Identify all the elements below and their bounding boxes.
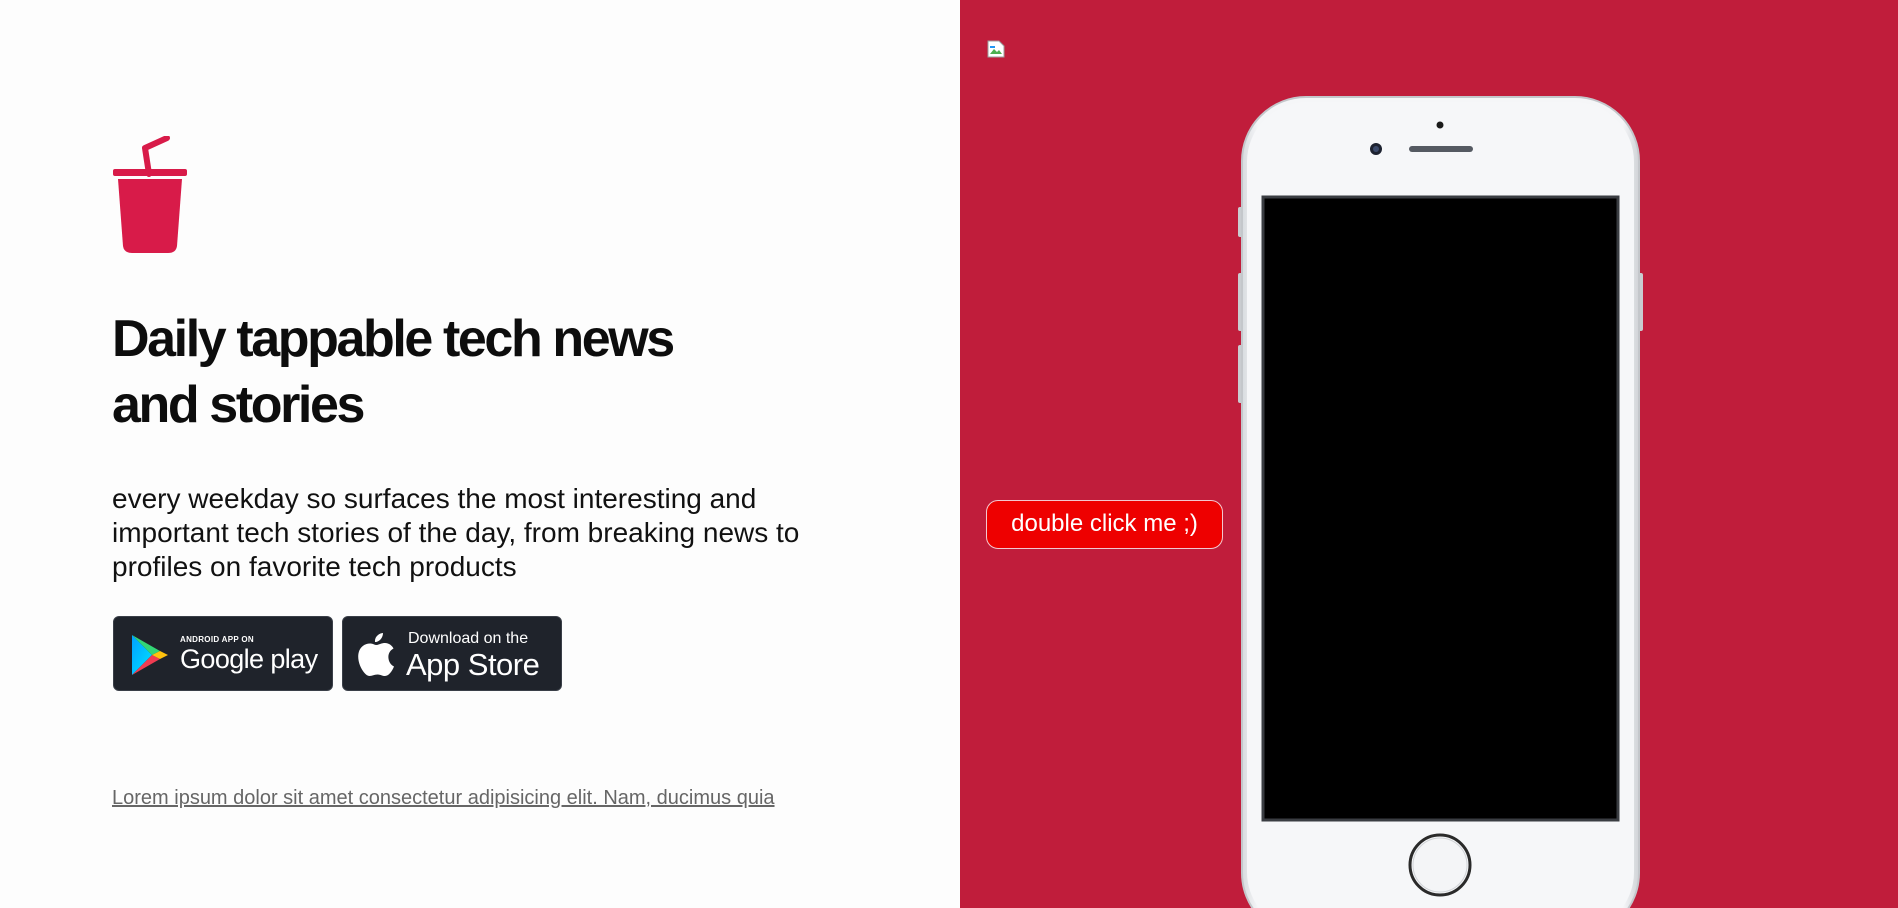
apple-icon (358, 633, 394, 676)
double-click-button[interactable]: double click me ;) (986, 500, 1223, 549)
hero-description: every weekday so surfaces the most inter… (112, 483, 800, 582)
google-play-small-label: ANDROID APP ON (180, 635, 254, 644)
footer-link[interactable]: Lorem ipsum dolor sit amet consectetur a… (112, 787, 775, 810)
drink-cup-icon (113, 136, 187, 253)
headline-line-2: and stories (112, 376, 365, 434)
google-play-big-label: Google play (180, 644, 318, 674)
app-store-big-label: App Store (406, 647, 540, 682)
broken-image-icon (987, 40, 1005, 58)
iphone-mockup (1238, 96, 1643, 908)
headline-line-1: Daily tappable tech news (112, 310, 675, 368)
page-headline: Daily tappable tech news and stories (112, 306, 762, 438)
app-store-small-label: Download on the (408, 630, 529, 647)
google-play-button[interactable]: ANDROID APP ON Google play (113, 616, 333, 691)
google-play-icon (132, 635, 168, 675)
app-store-button[interactable]: Download on the App Store (342, 616, 562, 691)
hero-panel: Daily tappable tech news and stories eve… (0, 0, 960, 908)
